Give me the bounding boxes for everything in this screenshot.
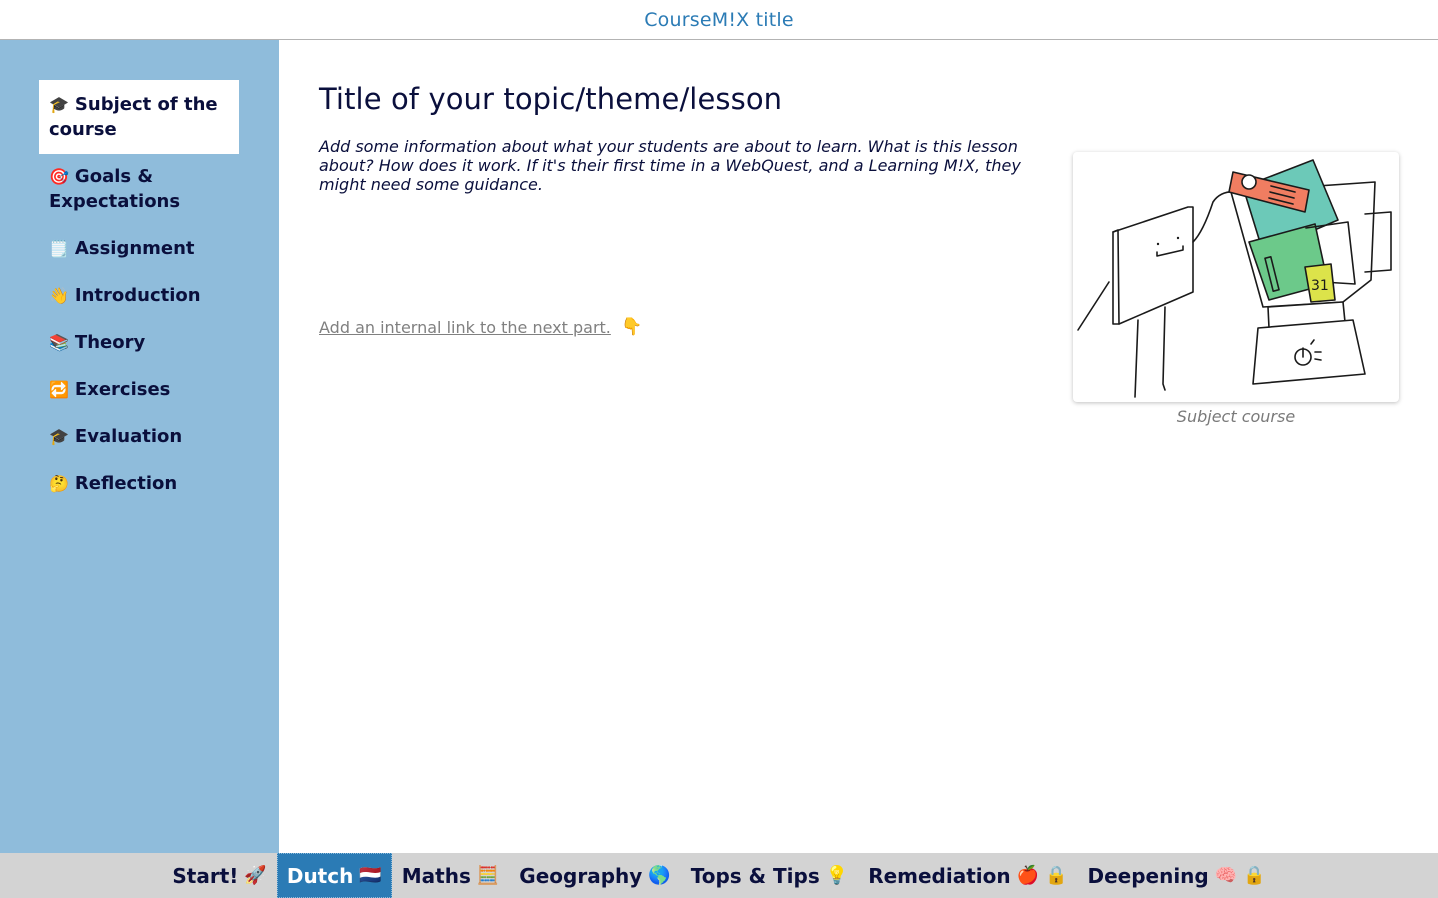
light-bulb-icon: 💡 xyxy=(825,865,849,886)
top-header: CourseM!X title xyxy=(0,0,1438,40)
repeat-icon: 🔁 xyxy=(49,380,69,399)
tab-dutch[interactable]: Dutch 🇳🇱 xyxy=(276,853,392,898)
tab-label: Start! xyxy=(172,863,239,888)
subject-figure: 31 Subject course xyxy=(1073,152,1399,426)
thinking-face-icon: 🤔 xyxy=(49,474,69,493)
sidebar-item-label: Evaluation xyxy=(74,426,183,447)
main-content: Title of your topic/theme/lesson Add som… xyxy=(279,40,1438,853)
tab-label: Deepening xyxy=(1087,863,1209,888)
sidebar-item-evaluation[interactable]: 🎓 Evaluation xyxy=(39,412,239,461)
tab-label: Dutch xyxy=(286,863,354,888)
lock-icon: 🔒 xyxy=(1243,865,1266,886)
graduation-cap-icon: 🎓 xyxy=(49,427,69,446)
brain-icon: 🧠 xyxy=(1214,865,1238,886)
page-title: Title of your topic/theme/lesson xyxy=(319,82,783,116)
sidebar-item-label: Exercises xyxy=(74,379,171,400)
bottom-nav: Start! 🚀 Dutch 🇳🇱 Maths 🧮 Geography 🌎 Tops &… xyxy=(0,853,1438,898)
sidebar-item-label: Assignment xyxy=(74,238,195,259)
globe-icon: 🌎 xyxy=(648,865,671,886)
sidebar-item-assignment[interactable]: 🗒️ Assignment xyxy=(39,224,239,273)
tab-label: Tops & Tips xyxy=(690,863,820,888)
intro-text: Add some information about what your stu… xyxy=(319,137,1021,194)
pointing-down-icon: 👇 xyxy=(621,317,643,337)
tab-tops-tips[interactable]: Tops & Tips 💡 xyxy=(681,853,858,898)
graduation-cap-icon: 🎓 xyxy=(49,95,69,114)
illustration-svg: 31 xyxy=(1077,159,1392,398)
tab-label: Maths xyxy=(401,863,471,888)
waving-hand-icon: 👋 xyxy=(49,286,69,305)
sidebar-item-goals[interactable]: 🎯 Goals & Expectations xyxy=(39,152,239,226)
tab-label: Remediation xyxy=(868,863,1011,888)
sidebar-item-label: Subject of the course xyxy=(49,94,218,140)
next-part-link[interactable]: Add an internal link to the next part. xyxy=(319,318,611,337)
sidebar-item-theory[interactable]: 📚 Theory xyxy=(39,318,239,367)
sidebar-item-exercises[interactable]: 🔁 Exercises xyxy=(39,365,239,414)
target-icon: 🎯 xyxy=(49,167,69,186)
sidebar-item-label: Introduction xyxy=(74,285,201,306)
abacus-icon: 🧮 xyxy=(476,865,500,886)
sidebar-item-reflection[interactable]: 🤔 Reflection xyxy=(39,459,239,508)
apple-icon: 🍎 xyxy=(1016,865,1040,886)
blender-illustration-icon: 31 xyxy=(1073,152,1399,402)
sidebar-item-label: Theory xyxy=(74,332,146,353)
books-icon: 📚 xyxy=(49,333,69,352)
sidebar-item-label: Reflection xyxy=(74,473,178,494)
app-title: CourseM!X title xyxy=(644,8,794,31)
tab-label: Geography xyxy=(519,863,643,888)
netherlands-flag-icon: 🇳🇱 xyxy=(359,865,382,886)
tab-geography[interactable]: Geography 🌎 xyxy=(509,853,680,898)
tab-deepening[interactable]: Deepening 🧠 🔒 xyxy=(1077,853,1275,898)
lock-icon: 🔒 xyxy=(1045,865,1068,886)
sidebar-item-subject[interactable]: 🎓 Subject of the course xyxy=(39,80,239,154)
rocket-icon: 🚀 xyxy=(244,865,267,886)
tab-maths[interactable]: Maths 🧮 xyxy=(392,853,510,898)
sidebar-item-introduction[interactable]: 👋 Introduction xyxy=(39,271,239,320)
tab-remediation[interactable]: Remediation 🍎 🔒 xyxy=(858,853,1077,898)
sidebar: 🎓 Subject of the course 🎯 Goals & Expectat… xyxy=(0,40,279,853)
tab-start[interactable]: Start! 🚀 xyxy=(162,853,276,898)
figure-caption: Subject course xyxy=(1176,407,1296,426)
svg-text:31: 31 xyxy=(1311,278,1329,294)
notepad-icon: 🗒️ xyxy=(49,239,69,258)
